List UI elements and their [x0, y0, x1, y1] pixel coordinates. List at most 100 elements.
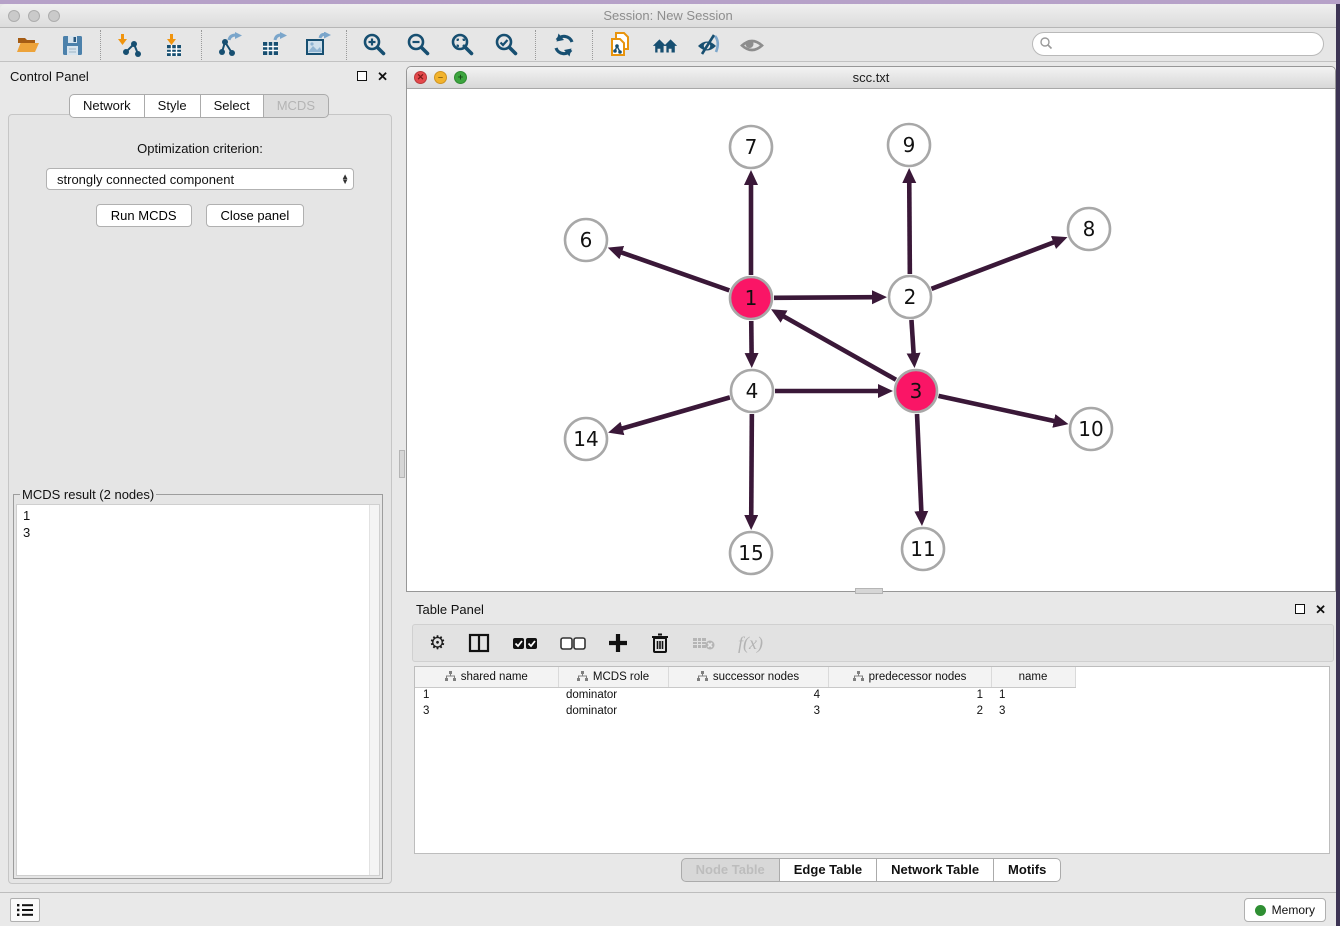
- show-columns-icon[interactable]: [468, 631, 490, 655]
- table-row[interactable]: 1dominator411: [415, 687, 1075, 703]
- tab-select[interactable]: Select: [201, 94, 264, 118]
- column-header-predecessor-nodes[interactable]: predecessor nodes: [828, 667, 991, 687]
- graph-edge-1-2[interactable]: [774, 297, 874, 298]
- memory-status-icon: [1255, 905, 1266, 916]
- mcds-result-text[interactable]: 13: [16, 504, 380, 876]
- control-panel-title: Control Panel: [10, 69, 89, 84]
- function-builder-icon[interactable]: f(x): [738, 631, 763, 655]
- run-mcds-button[interactable]: Run MCDS: [96, 204, 192, 227]
- export-image-icon[interactable]: [304, 31, 332, 59]
- graph-node-label-11: 11: [910, 537, 935, 561]
- mcds-result-group: MCDS result (2 nodes) 13: [13, 487, 383, 879]
- hide-selected-icon[interactable]: [695, 31, 723, 59]
- graph-edge-4-14[interactable]: [621, 397, 730, 429]
- column-header-shared-name[interactable]: shared name: [415, 667, 558, 687]
- delete-column-icon[interactable]: [650, 631, 670, 655]
- network-view-window[interactable]: ✕ – + scc.txt 7968124314101511: [406, 66, 1336, 592]
- table-cell[interactable]: 4: [668, 687, 828, 703]
- export-network-icon[interactable]: [216, 31, 244, 59]
- node-table[interactable]: shared nameMCDS rolesuccessor nodesprede…: [414, 666, 1330, 854]
- save-session-icon[interactable]: [58, 31, 86, 59]
- close-panel-icon[interactable]: ✕: [377, 70, 388, 83]
- zoom-in-icon[interactable]: [361, 31, 389, 59]
- duplicate-network-icon[interactable]: [607, 31, 635, 59]
- graph-node-label-6: 6: [580, 228, 593, 252]
- tab-style[interactable]: Style: [145, 94, 201, 118]
- network-window-title: scc.txt: [407, 70, 1335, 85]
- export-table-icon[interactable]: [260, 31, 288, 59]
- graph-node-label-9: 9: [903, 133, 916, 157]
- table-cell[interactable]: 1: [415, 687, 558, 703]
- import-table-icon[interactable]: [159, 31, 187, 59]
- criterion-select[interactable]: strongly connected component ▲▼: [46, 168, 354, 190]
- graph-edge-1-6[interactable]: [620, 252, 729, 290]
- open-session-icon[interactable]: [14, 31, 42, 59]
- result-scrollbar[interactable]: [369, 505, 379, 875]
- select-stepper-icon: ▲▼: [341, 174, 349, 184]
- table-cell[interactable]: 2: [828, 703, 991, 719]
- table-cell[interactable]: 3: [415, 703, 558, 719]
- optimization-label: Optimization criterion:: [9, 141, 391, 156]
- status-bar: Memory: [0, 892, 1336, 926]
- table-cell[interactable]: 3: [668, 703, 828, 719]
- show-all-icon[interactable]: [739, 31, 767, 59]
- close-panel-button[interactable]: Close panel: [206, 204, 305, 227]
- vertical-splitter-handle[interactable]: [399, 450, 405, 478]
- app-titlebar[interactable]: Session: New Session: [0, 4, 1336, 28]
- column-header-name[interactable]: name: [991, 667, 1075, 687]
- search-field[interactable]: [1032, 32, 1324, 56]
- deselect-all-icon[interactable]: [560, 631, 586, 655]
- graph-edge-3-1[interactable]: [782, 316, 896, 380]
- graph-node-label-8: 8: [1083, 217, 1096, 241]
- control-panel-tabs: NetworkStyleSelectMCDS: [69, 94, 329, 118]
- tab-network-table[interactable]: Network Table: [877, 858, 994, 882]
- float-table-panel-icon[interactable]: [1295, 604, 1305, 614]
- table-row[interactable]: 3dominator323: [415, 703, 1075, 719]
- table-cell[interactable]: 1: [991, 687, 1075, 703]
- close-table-panel-icon[interactable]: ✕: [1315, 603, 1326, 616]
- tab-mcds[interactable]: MCDS: [264, 94, 329, 118]
- graph-edge-2-3[interactable]: [911, 320, 913, 355]
- zoom-out-icon[interactable]: [405, 31, 433, 59]
- task-history-button[interactable]: [10, 898, 40, 922]
- mcds-result-title: MCDS result (2 nodes): [20, 487, 156, 502]
- graph-node-label-1: 1: [745, 286, 758, 310]
- zoom-fit-icon[interactable]: [449, 31, 477, 59]
- column-tree-icon: [697, 671, 708, 682]
- column-tree-icon: [577, 671, 588, 682]
- select-all-icon[interactable]: [512, 631, 538, 655]
- first-neighbors-icon[interactable]: [651, 31, 679, 59]
- graph-edge-2-8[interactable]: [932, 242, 1056, 289]
- zoom-selected-icon[interactable]: [493, 31, 521, 59]
- column-header-MCDS-role[interactable]: MCDS role: [558, 667, 668, 687]
- table-cell[interactable]: 1: [828, 687, 991, 703]
- graph-edge-2-9[interactable]: [909, 181, 910, 274]
- refresh-icon[interactable]: [550, 31, 578, 59]
- add-column-icon[interactable]: [608, 631, 628, 655]
- criterion-value: strongly connected component: [57, 172, 234, 187]
- table-cell[interactable]: 3: [991, 703, 1075, 719]
- horizontal-splitter-handle[interactable]: [855, 588, 883, 594]
- memory-button[interactable]: Memory: [1244, 898, 1326, 922]
- graph-edge-3-11[interactable]: [917, 414, 921, 513]
- graph-edge-4-15[interactable]: [751, 414, 752, 517]
- search-input[interactable]: [1053, 35, 1323, 53]
- graph-node-label-7: 7: [745, 135, 758, 159]
- graph-edge-3-10[interactable]: [938, 396, 1055, 421]
- float-panel-icon[interactable]: [357, 71, 367, 81]
- column-header-successor-nodes[interactable]: successor nodes: [668, 667, 828, 687]
- table-cell[interactable]: dominator: [558, 703, 668, 719]
- table-cell[interactable]: dominator: [558, 687, 668, 703]
- tab-motifs[interactable]: Motifs: [994, 858, 1061, 882]
- network-canvas[interactable]: 7968124314101511: [407, 89, 1335, 591]
- graph-node-label-2: 2: [904, 285, 917, 309]
- delete-table-icon[interactable]: [692, 631, 716, 655]
- import-network-icon[interactable]: [115, 31, 143, 59]
- table-options-icon[interactable]: ⚙: [429, 631, 446, 655]
- column-tree-icon: [853, 671, 864, 682]
- tab-network[interactable]: Network: [69, 94, 145, 118]
- network-window-titlebar[interactable]: ✕ – + scc.txt: [407, 67, 1335, 89]
- tab-node-table[interactable]: Node Table: [681, 858, 780, 882]
- tab-edge-table[interactable]: Edge Table: [780, 858, 877, 882]
- result-line: 1: [23, 507, 373, 524]
